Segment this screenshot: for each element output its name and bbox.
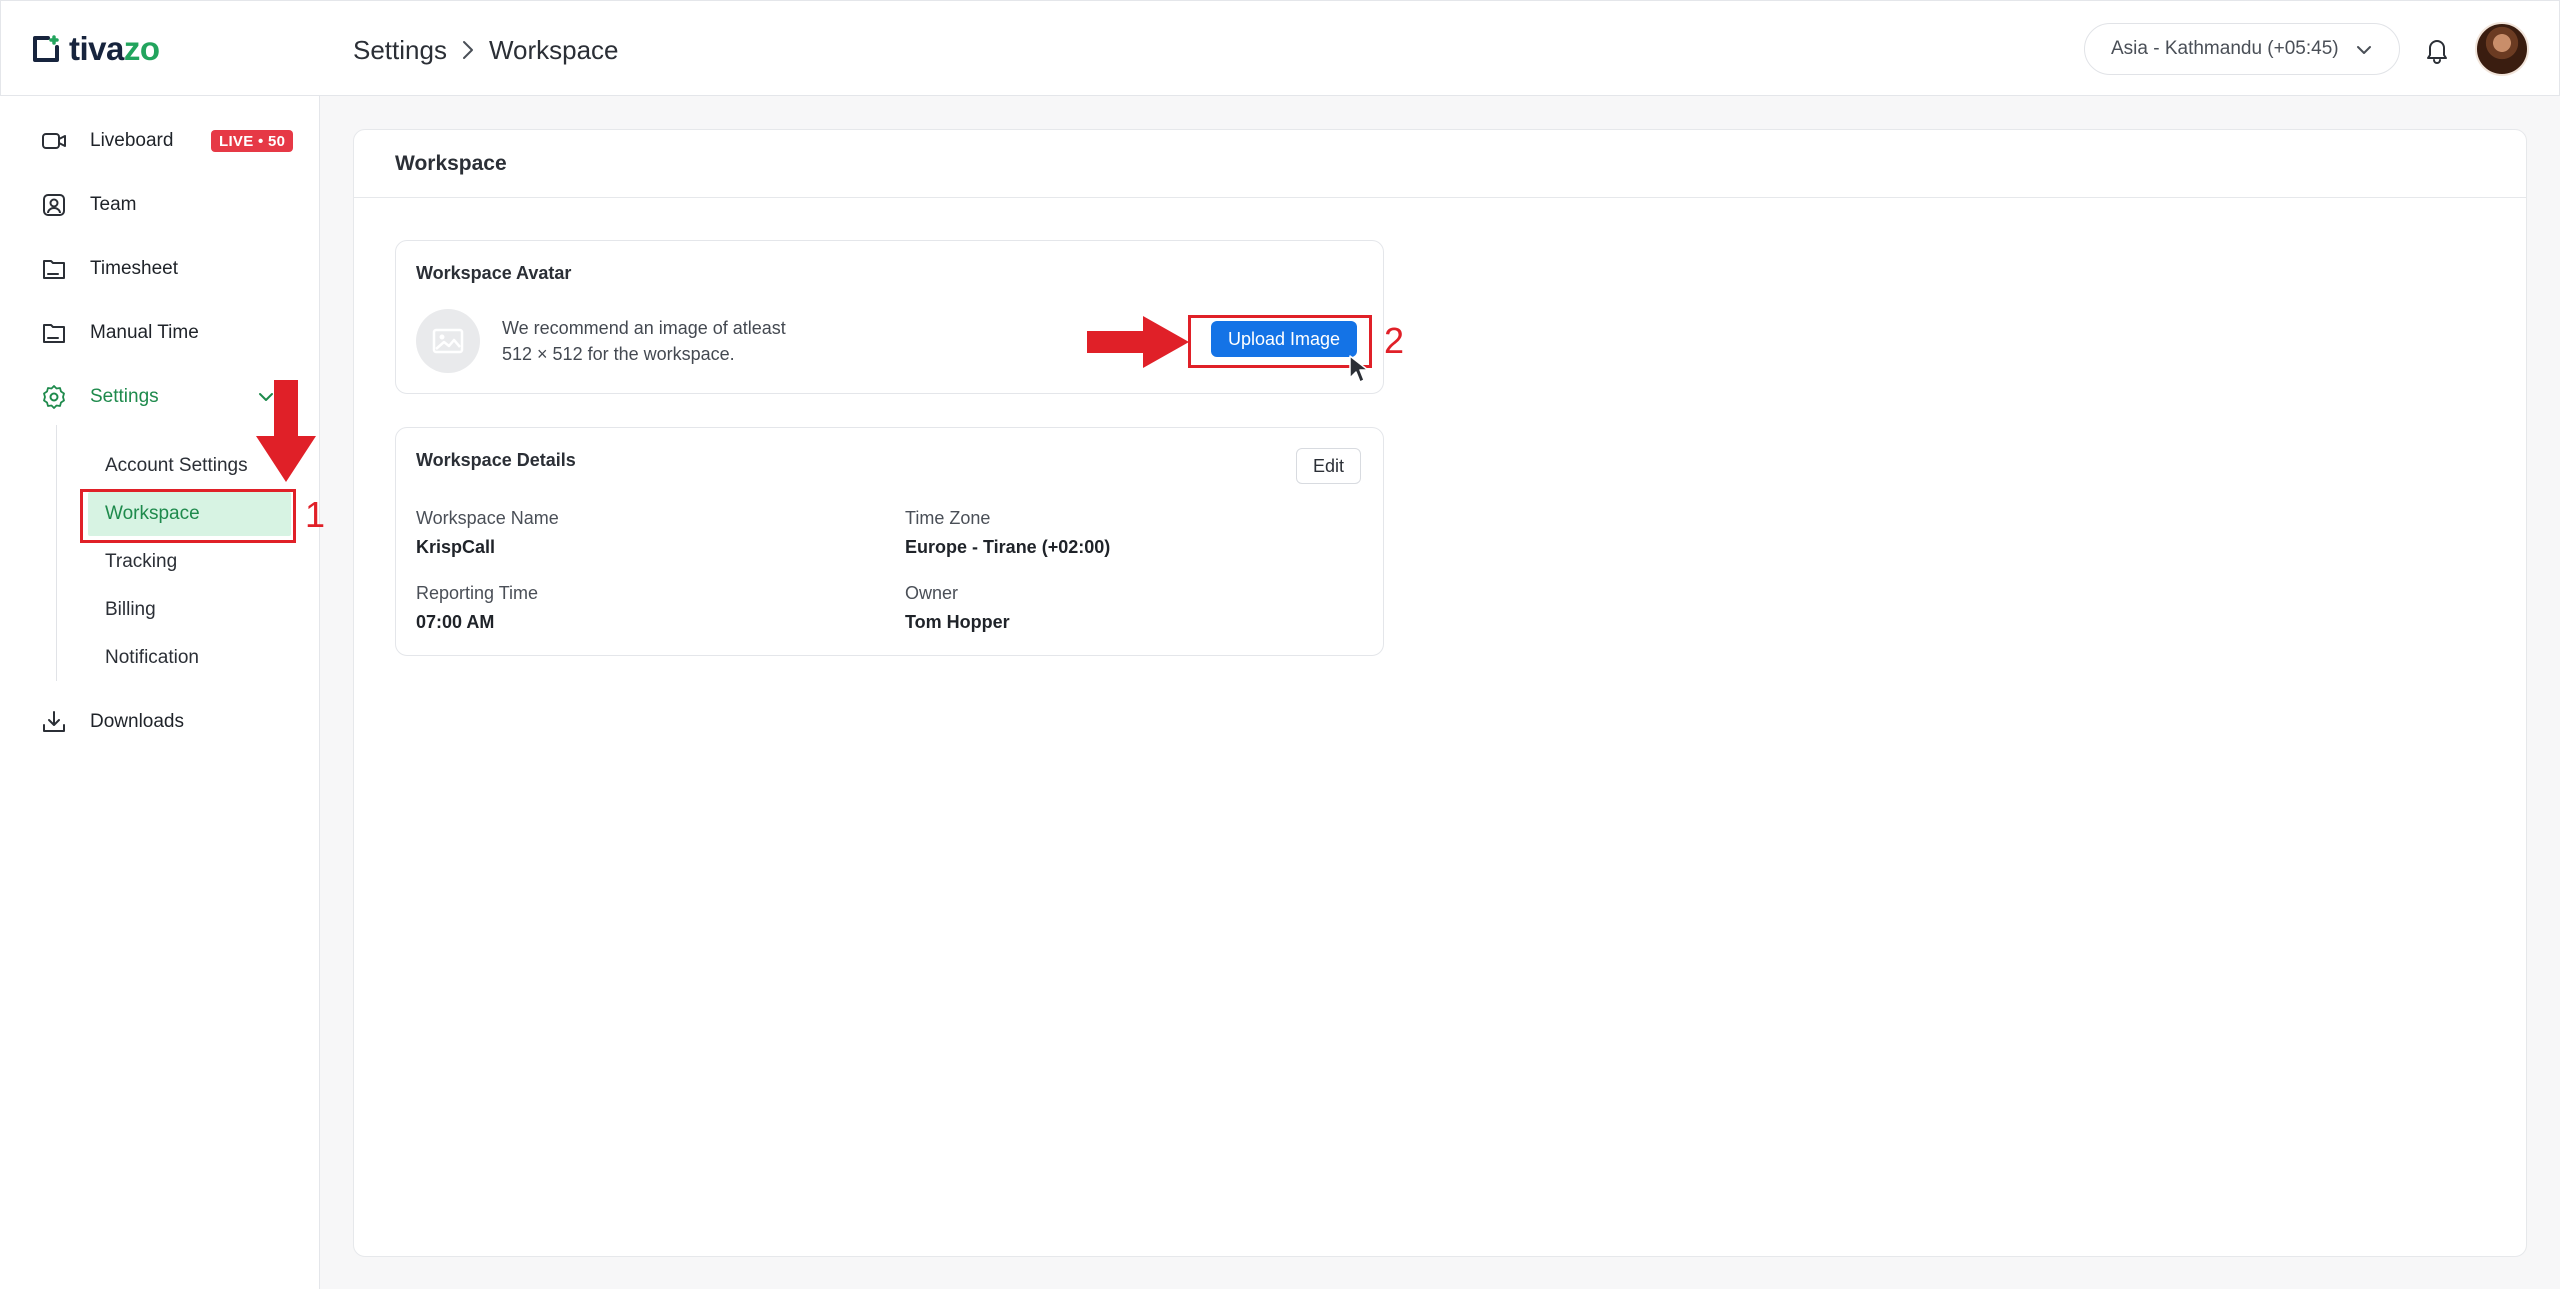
download-icon xyxy=(43,711,65,732)
sidebar-item-label: Timesheet xyxy=(90,258,178,279)
sidebar-item-downloads[interactable]: Downloads xyxy=(40,702,184,742)
gear-icon xyxy=(43,385,65,409)
reporting-time-value: 07:00 AM xyxy=(416,612,495,632)
page-title: Workspace xyxy=(354,130,2526,198)
time-zone-label: Time Zone xyxy=(905,508,991,528)
breadcrumb: Settings Workspace xyxy=(353,32,619,68)
bell-icon[interactable] xyxy=(2421,33,2453,65)
annotation-box-upload xyxy=(1188,315,1372,368)
recommendation-line-2: 512 × 512 for the workspace. xyxy=(502,344,735,364)
owner-value: Tom Hopper xyxy=(905,612,1010,632)
sidebar-item-manual-time[interactable]: Manual Time xyxy=(40,313,199,353)
sidebar: Liveboard Team Timesheet Manual Time Set… xyxy=(0,96,320,1289)
avatar-recommendation-text: We recommend an image of atleast 512 × 5… xyxy=(502,315,786,367)
timezone-value: Asia - Kathmandu (+05:45) xyxy=(2111,38,2339,59)
breadcrumb-workspace: Workspace xyxy=(488,34,619,65)
recommendation-line-1: We recommend an image of atleast xyxy=(502,318,786,338)
timezone-select[interactable]: Asia - Kathmandu (+05:45) xyxy=(2084,23,2400,75)
top-bar: tivazo Settings Workspace Asia - Kathman… xyxy=(0,0,2560,96)
card-title: Workspace Details xyxy=(416,450,576,470)
annotation-step-1: 1 xyxy=(305,494,326,535)
sidebar-item-label: Liveboard xyxy=(90,130,174,151)
sidebar-item-label: Settings xyxy=(90,386,159,407)
logo-text: tivazo xyxy=(69,30,160,67)
time-zone-value: Europe - Tirane (+02:00) xyxy=(905,537,1111,557)
team-icon xyxy=(43,194,65,216)
card-title: Workspace Avatar xyxy=(416,263,572,283)
annotation-arrow-right xyxy=(1087,316,1189,368)
breadcrumb-settings[interactable]: Settings xyxy=(353,35,447,66)
user-avatar[interactable] xyxy=(2475,22,2529,76)
edit-button[interactable]: Edit xyxy=(1296,448,1362,484)
owner-label: Owner xyxy=(905,583,959,603)
chevron-down-icon xyxy=(2357,46,2371,54)
annotation-arrow-down xyxy=(256,380,316,482)
image-placeholder xyxy=(416,309,480,373)
sidebar-item-label: Downloads xyxy=(90,711,184,732)
manual-time-icon xyxy=(43,324,65,343)
sidebar-item-settings[interactable]: Settings xyxy=(40,377,159,417)
annotation-step-2: 2 xyxy=(1384,320,1405,361)
annotation-box-workspace xyxy=(80,489,296,543)
sidebar-item-label: Manual Time xyxy=(90,322,199,343)
sidebar-item-liveboard[interactable]: Liveboard xyxy=(40,121,173,161)
timesheet-icon xyxy=(43,260,65,279)
sidebar-item-team[interactable]: Team xyxy=(40,185,136,225)
sidebar-item-label: Team xyxy=(90,194,137,215)
logo-mark-icon xyxy=(33,35,59,62)
mouse-cursor-icon xyxy=(1349,355,1369,383)
tivazo-logo[interactable]: tivazo xyxy=(31,29,160,69)
image-icon xyxy=(432,328,464,354)
submenu-guide-line xyxy=(56,425,57,681)
reporting-time-label: Reporting Time xyxy=(416,583,539,603)
sidebar-subitem-billing[interactable]: Billing xyxy=(105,590,156,630)
chevron-right-icon xyxy=(462,41,473,59)
workspace-name-label: Workspace Name xyxy=(416,508,559,528)
liveboard-icon xyxy=(42,133,66,149)
live-badge: LIVE • 50 xyxy=(211,130,294,152)
sidebar-item-timesheet[interactable]: Timesheet xyxy=(40,249,178,289)
sidebar-subitem-tracking[interactable]: Tracking xyxy=(105,542,177,582)
workspace-details-card: Workspace Details Edit Workspace Name Kr… xyxy=(395,427,1384,656)
workspace-name-value: KrispCall xyxy=(416,537,496,557)
sidebar-subitem-notification[interactable]: Notification xyxy=(105,638,199,678)
sidebar-subitem-account-settings[interactable]: Account Settings xyxy=(105,446,248,486)
